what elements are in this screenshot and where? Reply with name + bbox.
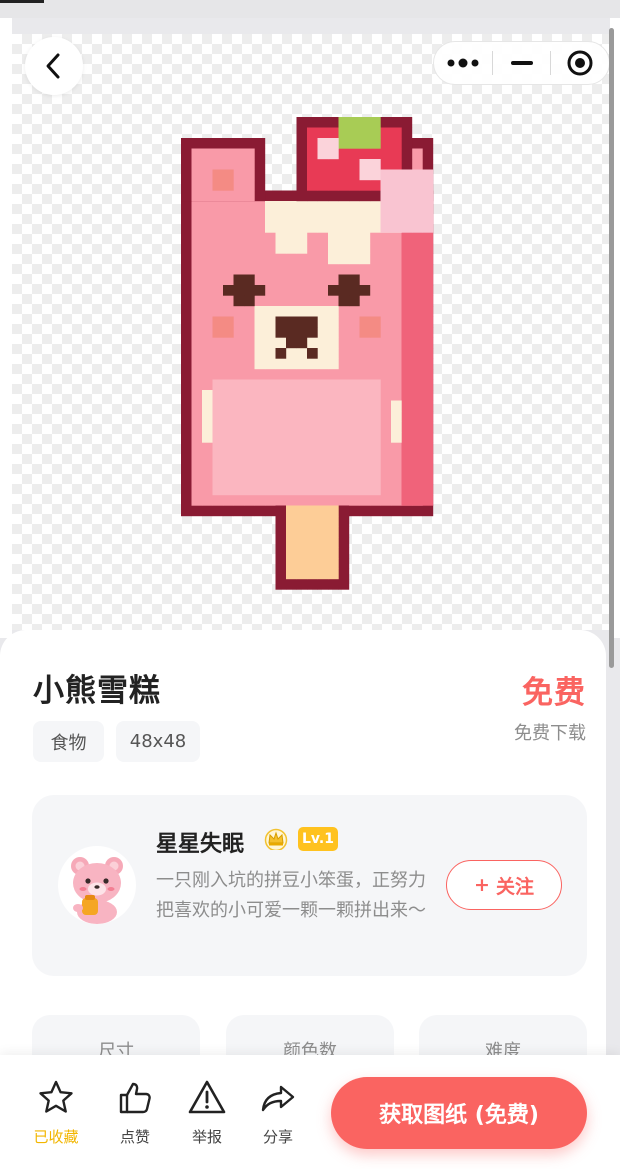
avatar[interactable] <box>58 846 136 924</box>
more-dots-icon <box>447 58 479 68</box>
chevron-left-icon <box>46 53 60 79</box>
favorite-label: 已收藏 <box>33 1128 79 1146</box>
tab-indicator <box>0 0 44 3</box>
follow-button[interactable]: + 关注 <box>446 860 562 910</box>
crown-icon <box>264 828 288 850</box>
share-label: 分享 <box>262 1128 293 1146</box>
get-pattern-button[interactable]: 获取图纸 (免费) <box>331 1077 587 1149</box>
favorite-button[interactable]: 已收藏 <box>26 1078 86 1150</box>
like-label: 点赞 <box>119 1128 150 1146</box>
level-badge: Lv.1 <box>298 827 338 851</box>
warning-icon <box>188 1080 226 1114</box>
report-button[interactable]: 举报 <box>177 1078 237 1150</box>
minimize-icon <box>510 61 533 65</box>
minimize-button[interactable] <box>493 42 551 84</box>
author-name[interactable]: 星星失眠 <box>156 826 244 858</box>
author-bio: 一只刚入坑的拼豆小笨蛋，正努力把喜欢的小可爱一颗一颗拼出来～ <box>156 870 426 921</box>
thumbs-up-icon <box>119 1082 151 1114</box>
hero-margin-left <box>0 18 12 638</box>
scrollbar[interactable] <box>609 28 614 668</box>
top-strip <box>0 0 620 18</box>
plus-icon: + <box>474 874 490 896</box>
share-button[interactable]: 分享 <box>248 1078 308 1150</box>
star-icon <box>39 1080 73 1113</box>
pattern-title: 小熊雪糕 <box>33 673 161 709</box>
share-arrow-icon <box>261 1085 295 1112</box>
mini-program-capsule <box>433 41 610 85</box>
more-button[interactable] <box>434 42 492 84</box>
price-note: 免费下载 <box>514 723 586 744</box>
bear-avatar-icon <box>71 857 123 924</box>
price-label: 免费 <box>522 675 586 711</box>
report-label: 举报 <box>191 1128 222 1146</box>
follow-label: 关注 <box>495 875 534 898</box>
tag-category[interactable]: 食物 <box>33 721 104 762</box>
tag-size[interactable]: 48x48 <box>116 721 200 762</box>
like-button[interactable]: 点赞 <box>105 1078 165 1150</box>
back-button[interactable] <box>25 37 83 95</box>
target-circle-icon <box>567 50 593 76</box>
pattern-preview <box>12 34 610 630</box>
bear-ice-cream-pixel-art <box>181 117 434 590</box>
close-button[interactable] <box>551 42 609 84</box>
